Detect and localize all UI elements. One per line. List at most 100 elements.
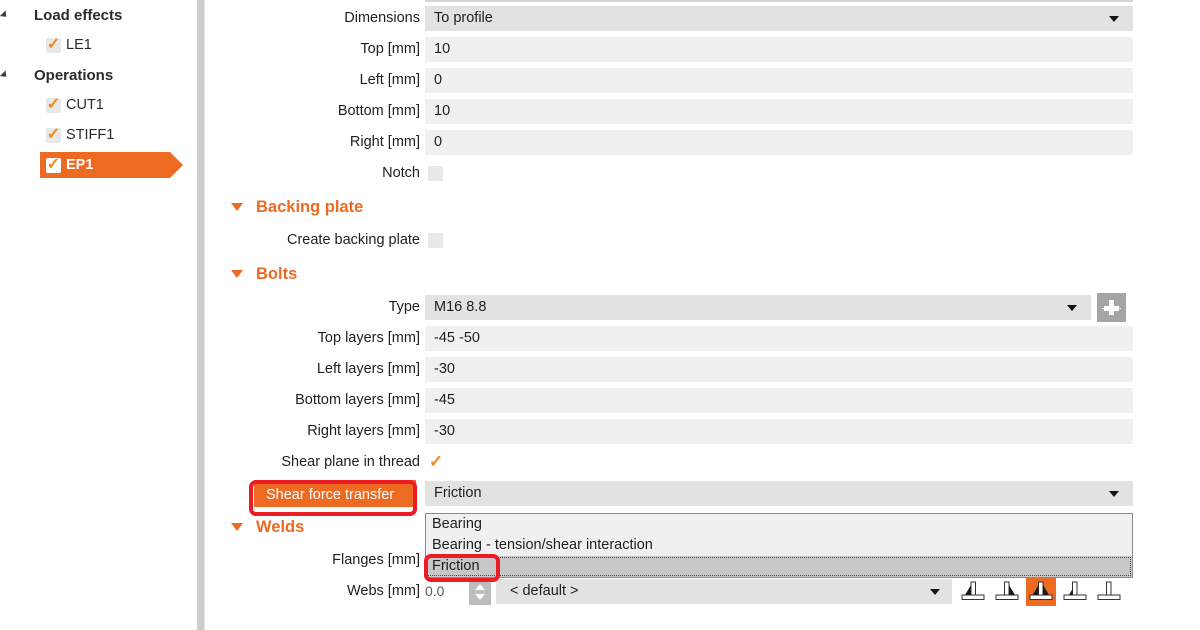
top-separator [425, 0, 1133, 2]
input-bottom-layers[interactable]: -45 [425, 388, 1133, 413]
chevron-down-icon[interactable] [231, 270, 243, 278]
label-create-backing-plate: Create backing plate [287, 232, 420, 248]
model-tree-panel: Load effects ✓ LE1 Operations ✓ CUT1 ✓ S… [0, 0, 197, 630]
checkbox-shear-plane-in-thread[interactable]: ✓ [426, 451, 446, 473]
input-bottom[interactable]: 10 [425, 99, 1133, 124]
weld-partial-penetration-icon[interactable] [1060, 577, 1090, 606]
app-root: Load effects ✓ LE1 Operations ✓ CUT1 ✓ S… [0, 0, 1200, 630]
chevron-down-icon[interactable] [231, 203, 243, 211]
chevron-down-icon [930, 589, 940, 595]
row-bottom-layers: Bottom layers [mm] -45 [206, 385, 1200, 416]
input-right[interactable]: 0 [425, 130, 1133, 155]
dropdown-option-friction[interactable]: Friction [426, 556, 1132, 577]
row-top: Top [mm] 10 [206, 34, 1200, 65]
tree-item-cut1[interactable]: ✓ CUT1 [0, 90, 197, 120]
add-bolt-type-button[interactable] [1097, 293, 1126, 322]
row-bottom: Bottom [mm] 10 [206, 96, 1200, 127]
combo-shear-force-transfer-value: Friction [434, 485, 482, 501]
expander-triangle-icon[interactable] [0, 70, 10, 80]
chevron-down-icon[interactable] [231, 523, 243, 531]
dropdown-option-bearing-tension-shear[interactable]: Bearing - tension/shear interaction [426, 535, 1132, 556]
expander-triangle-icon[interactable] [0, 10, 10, 20]
row-bolt-type: Type M16 8.8 [206, 292, 1200, 323]
label-right: Right [mm] [349, 134, 420, 150]
section-backing-plate[interactable]: Backing plate [206, 189, 1200, 225]
weld-double-fillet-icon[interactable] [1026, 577, 1056, 606]
weld-type-toggle-group [958, 577, 1124, 606]
combo-bolt-type[interactable]: M16 8.8 [425, 295, 1091, 320]
webs-spinner[interactable] [469, 578, 491, 605]
row-left: Left [mm] 0 [206, 65, 1200, 96]
label-bolt-type: Type [388, 299, 420, 315]
weld-none-icon[interactable] [1094, 577, 1124, 606]
combo-shear-force-transfer[interactable]: Friction [425, 481, 1133, 506]
tree-group-label: Load effects [34, 6, 123, 24]
plus-icon [1109, 300, 1114, 315]
section-title: Backing plate [256, 197, 364, 216]
tree-item-label: CUT1 [66, 97, 104, 113]
tree-group-load-effects[interactable]: Load effects [0, 0, 197, 30]
combo-webs-default[interactable]: < default > [496, 579, 952, 604]
tree-item-le1[interactable]: ✓ LE1 [0, 30, 197, 60]
input-left-layers[interactable]: -30 [425, 357, 1133, 382]
tree-item-label: LE1 [66, 37, 92, 53]
input-right-layers[interactable]: -30 [425, 419, 1133, 444]
row-create-backing-plate: Create backing plate [206, 225, 1200, 256]
spinner-up-icon[interactable] [475, 584, 485, 590]
shear-force-transfer-dropdown-list[interactable]: Bearing Bearing - tension/shear interact… [425, 513, 1133, 578]
tree-item-label: EP1 [66, 157, 94, 173]
tree-item-label: STIFF1 [66, 127, 115, 143]
row-shear-plane-in-thread: Shear plane in thread ✓ [206, 447, 1200, 478]
label-right-layers: Right layers [mm] [307, 423, 420, 439]
combo-dimensions-value: To profile [434, 10, 493, 26]
check-mark-icon: ✓ [46, 126, 61, 143]
section-title: Bolts [256, 264, 298, 283]
tree-group-label: Operations [34, 66, 114, 84]
dropdown-option-bearing[interactable]: Bearing [426, 514, 1132, 535]
weld-right-fillet-icon[interactable] [992, 577, 1022, 606]
row-top-layers: Top layers [mm] -45 -50 [206, 323, 1200, 354]
label-flanges: Flanges [mm] [332, 552, 420, 568]
chevron-down-icon [1109, 16, 1119, 22]
combo-webs-default-value: < default > [510, 583, 579, 599]
spinner-down-icon[interactable] [475, 594, 485, 600]
label-shear-plane-in-thread: Shear plane in thread [281, 454, 420, 470]
check-mark-icon: ✓ [46, 96, 61, 113]
check-mark-icon: ✓ [46, 36, 61, 53]
input-top-layers[interactable]: -45 -50 [425, 326, 1133, 351]
label-dimensions: Dimensions [344, 10, 420, 26]
checkbox-create-backing-plate[interactable] [428, 233, 443, 248]
row-right-layers: Right layers [mm] -30 [206, 416, 1200, 447]
label-left-layers: Left layers [mm] [316, 361, 420, 377]
chevron-down-icon [1067, 305, 1077, 311]
label-bottom: Bottom [mm] [337, 103, 420, 119]
label-shear-force-transfer[interactable]: Shear force transfer [254, 480, 416, 507]
section-bolts[interactable]: Bolts [206, 256, 1200, 292]
combo-dimensions[interactable]: To profile [425, 6, 1133, 31]
combo-bolt-type-value: M16 8.8 [434, 299, 487, 315]
row-right: Right [mm] 0 [206, 127, 1200, 158]
tree-item-ep1[interactable]: ✓ EP1 [0, 150, 197, 180]
label-top: Top [mm] [360, 41, 420, 57]
row-webs: Webs [mm] 0.0 < default > [206, 576, 1200, 607]
section-title: Welds [256, 517, 305, 536]
row-shear-force-transfer: Shear force transfer Friction [206, 478, 1200, 509]
input-left[interactable]: 0 [425, 68, 1133, 93]
label-notch: Notch [382, 165, 420, 181]
label-top-layers: Top layers [mm] [317, 330, 420, 346]
tree-group-operations[interactable]: Operations [0, 60, 197, 90]
label-webs: Webs [mm] [346, 583, 420, 599]
panel-divider[interactable] [197, 0, 205, 630]
check-mark-icon: ✓ [46, 156, 61, 173]
row-notch: Notch [206, 158, 1200, 189]
tree-item-stiff1[interactable]: ✓ STIFF1 [0, 120, 197, 150]
label-bottom-layers: Bottom layers [mm] [295, 392, 420, 408]
row-left-layers: Left layers [mm] -30 [206, 354, 1200, 385]
input-top[interactable]: 10 [425, 37, 1133, 62]
chevron-down-icon [1109, 491, 1119, 497]
label-left: Left [mm] [359, 72, 420, 88]
input-webs-value[interactable]: 0.0 [425, 579, 467, 604]
row-dimensions: Dimensions To profile [206, 3, 1200, 34]
checkbox-notch[interactable] [428, 166, 443, 181]
weld-left-fillet-icon[interactable] [958, 577, 988, 606]
